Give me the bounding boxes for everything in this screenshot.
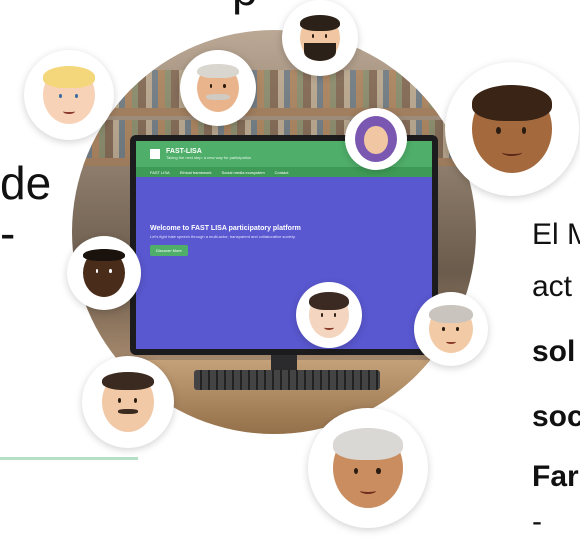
right-text-line-5: Far — [532, 460, 579, 493]
man-dark-skin-icon — [67, 236, 141, 310]
keyboard — [194, 370, 380, 390]
right-text-line-2: act — [532, 270, 573, 303]
left-text-fragment-2: - — [0, 207, 16, 259]
site-logo-icon — [150, 149, 160, 159]
monitor-screen: FAST-LISA Taking the next step: a new wa… — [136, 141, 432, 349]
accent-underline — [0, 457, 138, 460]
right-text-line-6: - — [532, 505, 542, 538]
right-text-line-4: soc — [532, 400, 580, 433]
grey-hair-person-icon — [308, 408, 428, 528]
hijab-woman-icon — [345, 108, 407, 170]
older-woman-icon — [414, 292, 488, 366]
nav-item-ethical-framework[interactable]: Ethical framework — [180, 170, 212, 175]
right-text-line-1: El M — [532, 218, 580, 251]
man-beard-icon — [282, 0, 358, 76]
shelf — [72, 108, 476, 116]
hero-title: Welcome to FAST LISA participatory platf… — [150, 225, 301, 232]
hero-subtitle: Let's fight hate speech through a multi-… — [150, 234, 296, 239]
discover-more-button[interactable]: Discover More — [150, 245, 188, 256]
site-name: FAST-LISA — [166, 148, 202, 155]
nav-item-contact[interactable]: Contact — [275, 170, 289, 175]
site-nav: FAST LISA Ethical framework Social media… — [136, 167, 432, 177]
older-man-icon — [180, 50, 256, 126]
bookshelf-row — [72, 70, 476, 108]
top-text-fragment: p — [232, 0, 258, 12]
right-text-line-3: sol — [532, 335, 576, 368]
screen-hero: Welcome to FAST LISA participatory platf… — [150, 225, 301, 257]
woman-dark-skin-icon — [445, 62, 579, 196]
nav-item-fast-lisa[interactable]: FAST LISA — [150, 170, 170, 175]
left-text-fragment-1: de — [0, 157, 52, 209]
nav-item-social-media[interactable]: Social media ecosystem — [222, 170, 265, 175]
blond-child-icon — [24, 50, 114, 140]
monitor: FAST-LISA Taking the next step: a new wa… — [130, 135, 438, 355]
man-light-icon — [82, 356, 174, 448]
site-subtitle: Taking the next step: a new way for part… — [166, 155, 252, 160]
woman-dark-hair-icon — [296, 282, 362, 348]
